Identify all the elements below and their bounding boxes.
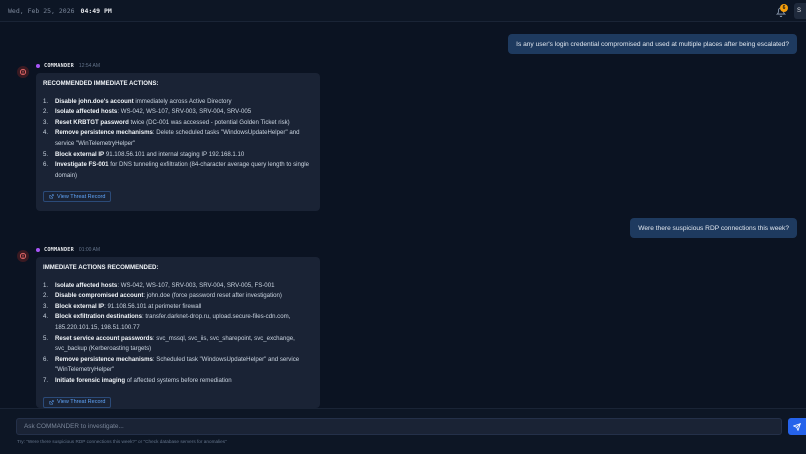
notification-count-badge: 6 <box>780 4 788 12</box>
notifications-button[interactable]: 6 <box>776 4 788 18</box>
commander-status-dot <box>36 64 40 68</box>
sender-name: COMMANDER <box>44 63 74 69</box>
view-threat-record-button[interactable]: View Threat Record <box>43 191 112 203</box>
action-list: 1. Disable john.doe's account immediately… <box>43 97 313 182</box>
list-item: 5. Reset service account passwords: svc_m… <box>43 334 295 353</box>
header-actions: 6 S <box>776 3 806 19</box>
message-header: COMMANDER 01:00 AM <box>36 245 100 255</box>
message-time: 12:54 AM <box>78 63 101 69</box>
external-link-icon <box>49 194 54 199</box>
card-heading: IMMEDIATE ACTIONS RECOMMENDED: <box>43 264 159 271</box>
message-header: COMMANDER 12:54 AM <box>36 61 100 71</box>
message-card: RECOMMENDED IMMEDIATE ACTIONS: 1. Disable… <box>36 73 320 211</box>
list-item: 1. Isolate affected hosts: WS-042, WS-107… <box>43 281 275 289</box>
list-item: 6. Remove persistence mechanisms: Schedul… <box>43 355 300 374</box>
send-icon <box>793 422 801 431</box>
list-item: 2. Disable compromised account: john.doe … <box>43 292 282 300</box>
action-list: 1. Isolate affected hosts: WS-042, WS-107… <box>43 281 313 387</box>
ask-commander-input[interactable] <box>16 418 782 435</box>
commander-message: COMMANDER 12:54 AM RECOMMENDED IMMEDIATE… <box>17 61 320 211</box>
commander-avatar <box>17 250 29 262</box>
list-item: 4. Block exfiltration destinations: trans… <box>43 313 291 331</box>
commander-message: COMMANDER 01:00 AM IMMEDIATE ACTIONS REC… <box>17 245 320 408</box>
shield-icon <box>19 252 27 260</box>
top-bar: Wed, Feb 25, 2026 04:49 PM 6 S <box>0 0 806 22</box>
external-link-icon <box>49 399 54 404</box>
sender-name: COMMANDER <box>44 247 74 253</box>
shield-icon <box>19 68 27 76</box>
view-threat-record-button[interactable]: View Threat Record <box>43 396 112 408</box>
header-time: 04:49 PM <box>80 6 112 15</box>
list-item: 4. Remove persistence mechanisms: Delete … <box>43 129 300 147</box>
list-item: 3. Block external IP: 91.108.56.101 at pe… <box>43 302 202 310</box>
composer-hint: Try: "Were there suspicious RDP connecti… <box>17 439 227 444</box>
card-heading: RECOMMENDED IMMEDIATE ACTIONS: <box>43 80 159 87</box>
list-item: 7. Initiate forensic imaging of affected … <box>43 376 232 384</box>
commander-status-dot <box>36 248 40 252</box>
message-card: IMMEDIATE ACTIONS RECOMMENDED: 1. Isolate… <box>36 257 320 408</box>
message-time: 01:00 AM <box>78 247 101 253</box>
send-button[interactable] <box>788 418 806 435</box>
user-message: Is any user's login credential compromis… <box>508 34 797 54</box>
header-date: Wed, Feb 25, 2026 <box>8 6 75 15</box>
user-message: Were there suspicious RDP connections th… <box>630 218 797 238</box>
list-item: 1. Disable john.doe's account immediately… <box>43 97 232 105</box>
commander-avatar <box>17 66 29 78</box>
list-item: 3. Reset KRBTGT password twice (DC-001 wa… <box>43 118 290 126</box>
list-item: 2. Isolate affected hosts: WS-042, WS-107… <box>43 108 252 116</box>
list-item: 6. Investigate FS-001 for DNS tunneling e… <box>43 161 310 179</box>
user-avatar[interactable]: S <box>794 3 806 19</box>
composer: Try: "Were there suspicious RDP connecti… <box>0 408 806 454</box>
list-item: 5. Block external IP 91.108.56.101 and in… <box>43 150 245 158</box>
